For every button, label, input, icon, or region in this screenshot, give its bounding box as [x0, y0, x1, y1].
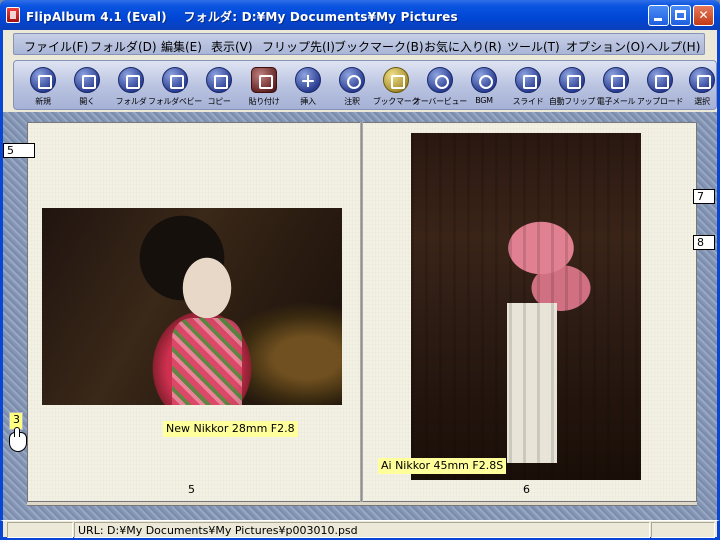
flipalbum-app-icon[interactable]	[6, 7, 20, 23]
open-book-icon	[74, 67, 100, 93]
slide-icon	[515, 67, 541, 93]
title-bar[interactable]: FlipAlbum 4.1 (Eval) フォルダ: D:¥My Documen…	[0, 0, 720, 30]
menu-edit[interactable]: 編集(E)	[161, 38, 202, 55]
menu-folder[interactable]: フォルダ(D)	[90, 38, 157, 55]
toolbar-label: 選択	[694, 97, 710, 106]
menu-bar: ファイル(F) フォルダ(D) 編集(E) 表示(V) フリップ先(I) ブック…	[0, 30, 720, 58]
close-icon: ✕	[698, 8, 709, 22]
status-url: URL: D:¥My Documents¥My Pictures¥p003010…	[78, 524, 358, 537]
menu-flip-to[interactable]: フリップ先(I)	[262, 38, 335, 55]
folder-copy-icon	[162, 67, 188, 93]
hand-cursor-icon	[9, 427, 27, 452]
menu-bar-inner: ファイル(F) フォルダ(D) 編集(E) 表示(V) フリップ先(I) ブック…	[13, 33, 705, 55]
toolbar-select-button[interactable]: 選択	[679, 65, 720, 109]
maximize-button[interactable]	[670, 5, 691, 26]
page-tab-left[interactable]: 5	[3, 143, 35, 158]
copy-icon	[206, 67, 232, 93]
select-icon	[689, 67, 715, 93]
menu-options[interactable]: オプション(O)	[566, 38, 645, 55]
auto-flip-icon	[559, 67, 585, 93]
photo-monkey-mask[interactable]	[411, 133, 641, 480]
minimize-button[interactable]	[648, 5, 669, 26]
photo-doll[interactable]	[42, 208, 342, 405]
overview-icon	[427, 67, 453, 93]
page-tab-right-2[interactable]: 8	[693, 235, 715, 250]
paste-icon	[251, 67, 277, 93]
status-segment-url: URL: D:¥My Documents¥My Pictures¥p003010…	[74, 522, 650, 538]
page-tab-right-1[interactable]: 7	[693, 189, 715, 204]
bookmark-icon	[383, 67, 409, 93]
music-icon	[471, 67, 497, 93]
toolbar: 新規 開く フォルダ フォルダベビー コピー 貼り付け 挿入 注釈 ブックマーク…	[0, 58, 720, 112]
maximize-icon	[675, 10, 686, 20]
close-button[interactable]: ✕	[693, 5, 714, 26]
album-spine	[360, 122, 363, 502]
photo-caption-right[interactable]: Ai Nikkor 45mm F2.8S	[378, 458, 507, 474]
status-segment-left	[7, 522, 73, 538]
new-icon	[30, 67, 56, 93]
insert-icon	[295, 67, 321, 93]
minimize-icon	[654, 18, 662, 21]
email-icon	[603, 67, 629, 93]
folder-icon	[118, 67, 144, 93]
status-segment-right	[651, 522, 715, 538]
window-title: FlipAlbum 4.1 (Eval) フォルダ: D:¥My Documen…	[26, 10, 458, 24]
menu-view[interactable]: 表示(V)	[211, 38, 253, 55]
page-number-left: 5	[188, 483, 195, 496]
menu-bookmark[interactable]: ブックマーク(B)	[334, 38, 424, 55]
menu-file[interactable]: ファイル(F)	[24, 38, 88, 55]
toolbar-inner: 新規 開く フォルダ フォルダベビー コピー 貼り付け 挿入 注釈 ブックマーク…	[13, 60, 717, 110]
annotate-icon	[339, 67, 365, 93]
page-number-right: 6	[523, 483, 530, 496]
album-page-edge	[27, 502, 697, 506]
photo-caption-left[interactable]: New Nikkor 28mm F2.8	[163, 421, 298, 437]
status-bar: URL: D:¥My Documents¥My Pictures¥p003010…	[0, 520, 720, 540]
menu-tools[interactable]: ツール(T)	[507, 38, 560, 55]
menu-favorites[interactable]: お気に入り(R)	[424, 38, 502, 55]
upload-icon	[647, 67, 673, 93]
menu-help[interactable]: ヘルプ(H)	[646, 38, 700, 55]
